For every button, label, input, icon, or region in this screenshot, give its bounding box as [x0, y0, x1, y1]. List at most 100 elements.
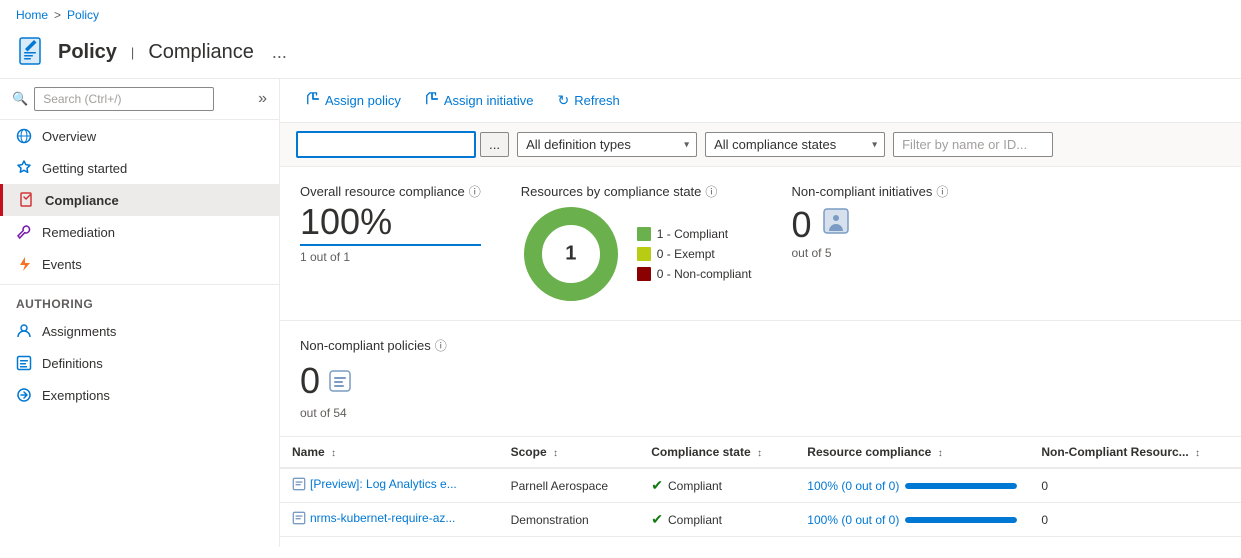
page-header: Policy | Compliance ... [0, 30, 1241, 79]
col-scope[interactable]: Scope ↕ [499, 437, 640, 468]
row-policy-icon [292, 511, 306, 525]
breadcrumb-policy[interactable]: Policy [67, 8, 99, 22]
resource-compliance-text-0: 100% (0 out of 0) [807, 479, 899, 493]
compliant-label: 1 - Compliant [657, 227, 728, 241]
resources-by-state-info-icon[interactable]: ⓘ [705, 183, 717, 200]
overall-compliance-info-icon[interactable]: ⓘ [469, 183, 481, 200]
sidebar-item-definitions-label: Definitions [42, 356, 103, 371]
col-resource-compliance[interactable]: Resource compliance ↕ [795, 437, 1029, 468]
sidebar-item-events[interactable]: Events [0, 248, 279, 280]
initiatives-badge-icon [820, 204, 852, 246]
sidebar-item-remediation[interactable]: Remediation [0, 216, 279, 248]
sidebar-item-overview[interactable]: Overview [0, 120, 279, 152]
breadcrumb-sep: > [54, 8, 61, 22]
sidebar-item-definitions[interactable]: Definitions [0, 347, 279, 379]
table-row: nrms-kubernet-require-az... Demonstratio… [280, 503, 1241, 537]
progress-bar-wrap-0: 100% (0 out of 0) [807, 479, 1017, 493]
non-compliant-label: 0 - Non-compliant [657, 267, 752, 281]
filters-row: Parnell Aerospace ... All definition typ… [280, 123, 1241, 167]
assign-policy-button[interactable]: Assign policy [296, 87, 411, 114]
scope-filter: Parnell Aerospace ... [296, 131, 509, 158]
cell-compliance-state-1: ✔ Compliant [639, 503, 795, 537]
definition-types-select[interactable]: All definition types [517, 132, 697, 157]
compliance-table: Name ↕ Scope ↕ Compliance state ↕ Reso [280, 437, 1241, 537]
overall-compliance-label: Overall resource compliance ⓘ [300, 183, 481, 200]
page-title-sep: | [131, 45, 134, 60]
scope-sort-icon: ↕ [553, 448, 558, 459]
compliance-states-select[interactable]: All compliance states [705, 132, 885, 157]
refresh-button[interactable]: ↻ Refresh [547, 87, 629, 114]
cell-name-1: nrms-kubernet-require-az... [280, 503, 499, 537]
legend-item-non-compliant: 0 - Non-compliant [637, 267, 752, 281]
name-sort-icon: ↕ [331, 448, 336, 459]
resources-by-state-container: Resources by compliance state ⓘ 1 [521, 183, 752, 304]
chart-legend: 1 - Compliant 0 - Exempt 0 - Non-complia… [637, 227, 752, 281]
sidebar-item-assignments[interactable]: Assignments [0, 315, 279, 347]
progress-bar-1 [905, 517, 1017, 523]
main-layout: 🔍 » Overview Getting started Compliance [0, 79, 1241, 547]
compliance-badge-0: ✔ Compliant [651, 477, 783, 494]
table-section: Name ↕ Scope ↕ Compliance state ↕ Reso [280, 437, 1241, 537]
sidebar-item-compliance-label: Compliance [45, 193, 119, 208]
compliance-states-filter-wrap: All compliance states [705, 132, 885, 157]
compliance-state-sort-icon: ↕ [757, 448, 762, 459]
table-row: [Preview]: Log Analytics e... Parnell Ae… [280, 468, 1241, 503]
resource-compliance-sort-icon: ↕ [938, 448, 943, 459]
search-icon: 🔍 [12, 91, 28, 107]
scope-browse-btn[interactable]: ... [480, 132, 509, 157]
sidebar-item-events-label: Events [42, 257, 82, 272]
cell-non-compliant-1: 0 [1029, 503, 1241, 537]
sidebar-item-getting-started[interactable]: Getting started [0, 152, 279, 184]
row-name-link-1[interactable]: nrms-kubernet-require-az... [310, 511, 455, 525]
policy-nav-icon [19, 192, 35, 208]
row-policy-icon [292, 477, 306, 491]
sidebar-item-overview-label: Overview [42, 129, 96, 144]
cell-scope-0: Parnell Aerospace [499, 468, 640, 503]
page-title: Policy [58, 41, 117, 64]
sidebar-item-exemptions[interactable]: Exemptions [0, 379, 279, 411]
collapse-btn[interactable]: » [258, 90, 267, 108]
table-header-row: Name ↕ Scope ↕ Compliance state ↕ Reso [280, 437, 1241, 468]
compliant-dot [637, 227, 651, 241]
breadcrumb: Home > Policy [0, 0, 1241, 30]
progress-bar-wrap-1: 100% (0 out of 0) [807, 513, 1017, 527]
policies-info-icon[interactable]: ⓘ [435, 337, 447, 354]
assign-initiative-button[interactable]: Assign initiative [415, 87, 544, 114]
sidebar-item-compliance[interactable]: Compliance [0, 184, 279, 216]
star-icon [16, 160, 32, 176]
policies-badge-icon [328, 360, 352, 402]
row-name-link-0[interactable]: [Preview]: Log Analytics e... [310, 477, 457, 491]
compliance-badge-1: ✔ Compliant [651, 511, 783, 528]
page-ellipsis[interactable]: ... [272, 42, 287, 63]
stats-section: Overall resource compliance ⓘ 100% 1 out… [280, 167, 1241, 321]
exemptions-icon [16, 387, 32, 403]
exempt-dot [637, 247, 651, 261]
exempt-label: 0 - Exempt [657, 247, 715, 261]
compliant-icon-1: ✔ [651, 511, 663, 528]
initiatives-info-icon[interactable]: ⓘ [936, 183, 948, 200]
non-compliant-sort-icon: ↕ [1195, 448, 1200, 459]
assign-policy-label: Assign policy [325, 93, 401, 108]
donut-chart: 1 [521, 204, 621, 304]
breadcrumb-home[interactable]: Home [16, 8, 48, 22]
assign-initiative-label: Assign initiative [444, 93, 534, 108]
initiatives-value: 0 [791, 204, 948, 246]
col-name[interactable]: Name ↕ [280, 437, 499, 468]
initiatives-label: Non-compliant initiatives ⓘ [791, 183, 948, 200]
progress-bar-0 [905, 483, 1017, 489]
overall-compliance-block: Overall resource compliance ⓘ 100% 1 out… [300, 183, 481, 264]
sidebar: 🔍 » Overview Getting started Compliance [0, 79, 280, 547]
policy-icon [16, 36, 48, 68]
initiatives-block: Non-compliant initiatives ⓘ 0 out of 5 [791, 183, 948, 260]
col-non-compliant[interactable]: Non-Compliant Resourc... ↕ [1029, 437, 1241, 468]
toolbar: Assign policy Assign initiative ↻ Refres… [280, 79, 1241, 123]
col-compliance-state[interactable]: Compliance state ↕ [639, 437, 795, 468]
scope-input[interactable]: Parnell Aerospace [296, 131, 476, 158]
search-box-container: 🔍 » [0, 79, 279, 120]
sidebar-item-remediation-label: Remediation [42, 225, 115, 240]
search-input[interactable] [34, 87, 214, 111]
name-filter-input[interactable] [893, 132, 1053, 157]
authoring-section-title: Authoring [0, 284, 279, 315]
sidebar-item-exemptions-label: Exemptions [42, 388, 110, 403]
cell-resource-compliance-1: 100% (0 out of 0) [795, 503, 1029, 537]
